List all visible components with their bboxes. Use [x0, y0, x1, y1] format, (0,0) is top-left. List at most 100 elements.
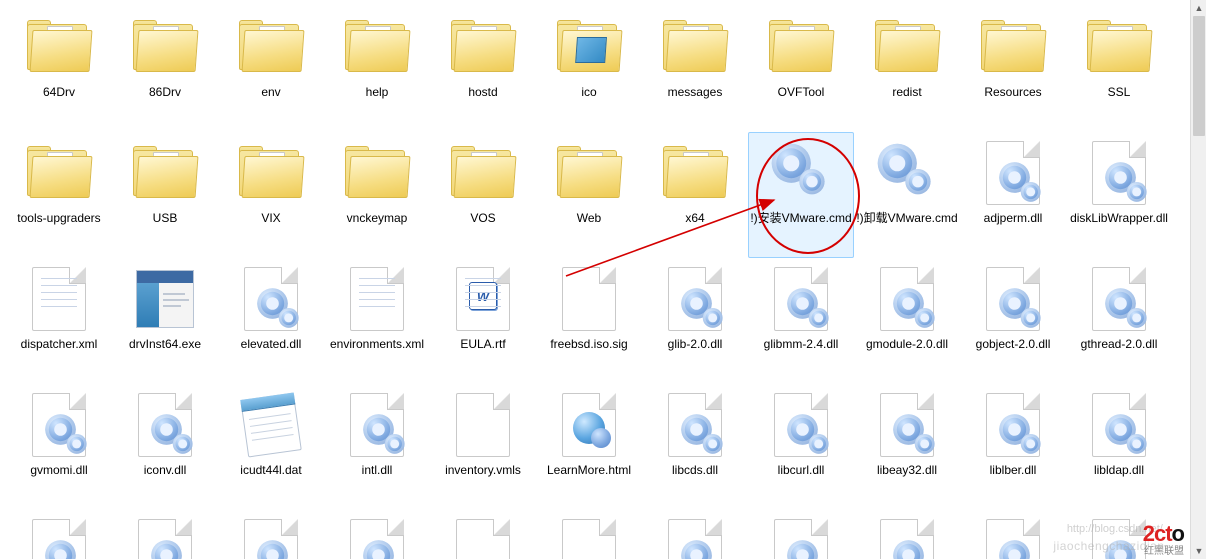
scroll-thumb[interactable]: [1193, 16, 1205, 136]
rtf-icon: W: [443, 263, 523, 335]
file-label: help: [326, 83, 428, 99]
folder-icon: [1079, 11, 1159, 83]
blank-icon: [443, 389, 523, 461]
file-label: hostd: [432, 83, 534, 99]
file-label: VOS: [432, 209, 534, 225]
file-item[interactable]: hostd: [430, 6, 536, 132]
file-item[interactable]: environments.xml: [324, 258, 430, 384]
file-item[interactable]: gthread-2.0.dll: [1066, 258, 1172, 384]
file-item[interactable]: dispatcher.xml: [6, 258, 112, 384]
file-item[interactable]: env: [218, 6, 324, 132]
dll-icon: [761, 263, 841, 335]
file-item[interactable]: adjperm.dll: [960, 132, 1066, 258]
file-item[interactable]: elevated.dll: [218, 258, 324, 384]
file-label: glibmm-2.4.dll: [750, 335, 852, 351]
file-item[interactable]: help: [324, 6, 430, 132]
file-item[interactable]: messages: [642, 6, 748, 132]
scroll-down-button[interactable]: ▼: [1191, 543, 1206, 559]
file-item[interactable]: 64Drv: [6, 6, 112, 132]
folder-icon: [443, 137, 523, 209]
file-item[interactable]: gvmomi.dll: [6, 384, 112, 510]
file-item[interactable]: redist: [854, 6, 960, 132]
file-label: OVFTool: [750, 83, 852, 99]
file-item[interactable]: intl.dll: [324, 384, 430, 510]
file-item[interactable]: libcds.dll: [642, 384, 748, 510]
file-item[interactable]: [536, 510, 642, 559]
file-item[interactable]: Resources: [960, 6, 1066, 132]
file-label: drvInst64.exe: [114, 335, 216, 351]
file-item[interactable]: tools-upgraders: [6, 132, 112, 258]
file-item[interactable]: x64: [642, 132, 748, 258]
file-label: iconv.dll: [114, 461, 216, 477]
file-item[interactable]: libldap.dll: [1066, 384, 1172, 510]
file-item[interactable]: !)卸载VMware.cmd: [854, 132, 960, 258]
xml-icon: [19, 263, 99, 335]
file-item[interactable]: [748, 510, 854, 559]
html-icon: [549, 389, 629, 461]
file-item[interactable]: vnckeymap: [324, 132, 430, 258]
explorer-viewport: 64Drv 86Drv env help hostd: [0, 0, 1206, 559]
dll-icon: [19, 515, 99, 559]
file-label: freebsd.iso.sig: [538, 335, 640, 351]
file-label: environments.xml: [326, 335, 428, 351]
file-item[interactable]: icudt44l.dat: [218, 384, 324, 510]
file-item[interactable]: glib-2.0.dll: [642, 258, 748, 384]
file-item[interactable]: gmodule-2.0.dll: [854, 258, 960, 384]
file-item[interactable]: VOS: [430, 132, 536, 258]
file-label: glib-2.0.dll: [644, 335, 746, 351]
file-label: 64Drv: [8, 83, 110, 99]
dll-icon: [655, 389, 735, 461]
folder-icon: [867, 11, 947, 83]
file-label: elevated.dll: [220, 335, 322, 351]
file-item[interactable]: VIX: [218, 132, 324, 258]
scroll-track[interactable]: [1191, 16, 1206, 543]
file-item[interactable]: [642, 510, 748, 559]
file-item[interactable]: [6, 510, 112, 559]
file-item[interactable]: [854, 510, 960, 559]
file-item[interactable]: !)安装VMware.cmd: [748, 132, 854, 258]
file-item[interactable]: [218, 510, 324, 559]
file-label: gmodule-2.0.dll: [856, 335, 958, 351]
dll-icon: [1079, 263, 1159, 335]
file-label: Resources: [962, 83, 1064, 99]
file-item[interactable]: inventory.vmls: [430, 384, 536, 510]
file-item[interactable]: LearnMore.html: [536, 384, 642, 510]
file-item[interactable]: diskLibWrapper.dll: [1066, 132, 1172, 258]
file-label: !)卸载VMware.cmd: [856, 209, 958, 225]
scroll-up-button[interactable]: ▲: [1191, 0, 1206, 16]
file-label: env: [220, 83, 322, 99]
dll-icon: [231, 515, 311, 559]
folder-icon: [655, 11, 735, 83]
file-item[interactable]: [112, 510, 218, 559]
dll-icon: [761, 515, 841, 559]
file-item[interactable]: glibmm-2.4.dll: [748, 258, 854, 384]
dll-icon: [973, 389, 1053, 461]
file-item[interactable]: drvInst64.exe: [112, 258, 218, 384]
file-item[interactable]: OVFTool: [748, 6, 854, 132]
file-item[interactable]: [324, 510, 430, 559]
file-item[interactable]: 86Drv: [112, 6, 218, 132]
folder-empty-icon: [337, 137, 417, 209]
file-item[interactable]: W EULA.rtf: [430, 258, 536, 384]
dll-icon: [1079, 389, 1159, 461]
file-item[interactable]: freebsd.iso.sig: [536, 258, 642, 384]
file-item[interactable]: [1066, 510, 1172, 559]
file-item[interactable]: iconv.dll: [112, 384, 218, 510]
vertical-scrollbar[interactable]: ▲ ▼: [1190, 0, 1206, 559]
file-item[interactable]: libcurl.dll: [748, 384, 854, 510]
folder-icon: [19, 11, 99, 83]
file-item[interactable]: Web: [536, 132, 642, 258]
file-item[interactable]: liblber.dll: [960, 384, 1066, 510]
file-pane[interactable]: 64Drv 86Drv env help hostd: [0, 0, 1190, 559]
file-item[interactable]: [960, 510, 1066, 559]
file-item[interactable]: USB: [112, 132, 218, 258]
file-item[interactable]: ico: [536, 6, 642, 132]
file-item[interactable]: libeay32.dll: [854, 384, 960, 510]
file-label: libcds.dll: [644, 461, 746, 477]
file-item[interactable]: [430, 510, 536, 559]
file-label: LearnMore.html: [538, 461, 640, 477]
file-label: vnckeymap: [326, 209, 428, 225]
file-label: gthread-2.0.dll: [1068, 335, 1170, 351]
file-item[interactable]: SSL: [1066, 6, 1172, 132]
file-item[interactable]: gobject-2.0.dll: [960, 258, 1066, 384]
